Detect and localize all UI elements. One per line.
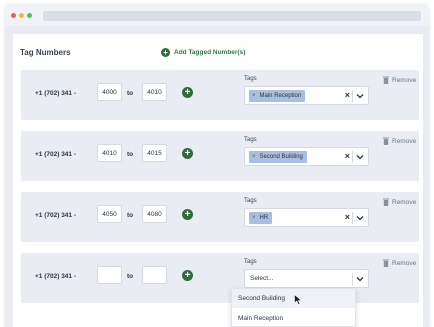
- tags-label: Tags: [244, 76, 257, 82]
- add-row-plus-icon[interactable]: +: [182, 148, 193, 159]
- range-from-input[interactable]: [97, 144, 122, 162]
- range-from-input[interactable]: [97, 83, 122, 101]
- remove-tag-icon[interactable]: ×: [249, 93, 259, 99]
- chevron-down-icon[interactable]: [356, 275, 364, 283]
- chevron-down-icon[interactable]: [356, 214, 364, 222]
- clear-tags-icon[interactable]: ×: [345, 90, 350, 100]
- mouse-cursor-icon: [294, 294, 302, 305]
- trash-icon: [383, 198, 389, 206]
- tags-select-open[interactable]: Select...: [244, 269, 369, 288]
- remove-label: Remove: [392, 259, 417, 267]
- remove-label: Remove: [392, 137, 417, 145]
- window-titlebar: [5, 4, 429, 26]
- tags-select[interactable]: × HR ×: [244, 208, 369, 227]
- maximize-window-dot[interactable]: [27, 13, 32, 18]
- tag-number-row: +1 (702) 341 - to + Tags × HR × Remove: [21, 192, 419, 242]
- range-to-input[interactable]: [142, 83, 167, 101]
- phone-prefix: +1 (702) 341 -: [35, 151, 77, 158]
- tag-number-row: +1 (702) 341 - to + Tags × Second Buildi…: [21, 131, 419, 181]
- plus-circle-icon: +: [161, 48, 170, 57]
- remove-label: Remove: [392, 198, 417, 206]
- browser-window: Tag Numbers + Add Tagged Number(s) +1 (7…: [5, 4, 429, 327]
- add-row-plus-icon[interactable]: +: [182, 209, 193, 220]
- tags-select[interactable]: × Second Building ×: [244, 147, 369, 166]
- trash-icon: [383, 76, 389, 84]
- remove-label: Remove: [392, 76, 417, 84]
- tag-chip: × Main Reception: [249, 90, 306, 102]
- tag-numbers-panel: Tag Numbers + Add Tagged Number(s) +1 (7…: [13, 34, 423, 327]
- select-placeholder: Select...: [250, 275, 274, 282]
- phone-prefix: +1 (702) 341 -: [35, 212, 77, 219]
- chevron-down-icon[interactable]: [356, 92, 364, 100]
- add-tagged-numbers-button[interactable]: + Add Tagged Number(s): [161, 48, 245, 57]
- select-divider: [352, 273, 353, 285]
- dropdown-option-main-reception[interactable]: Main Reception: [232, 309, 355, 327]
- clear-tags-icon[interactable]: ×: [345, 212, 350, 222]
- tag-number-row: +1 (702) 341 - to + Tags Select... Remov…: [21, 253, 419, 303]
- tags-label: Tags: [244, 259, 257, 265]
- add-row-plus-icon[interactable]: +: [182, 270, 193, 281]
- range-to-input[interactable]: [142, 266, 167, 284]
- tag-chip-label: Second Building: [259, 154, 303, 160]
- chevron-down-icon[interactable]: [356, 153, 364, 161]
- range-to-input[interactable]: [142, 205, 167, 223]
- to-label: to: [127, 90, 134, 97]
- close-window-dot[interactable]: [11, 13, 16, 18]
- remove-row-button[interactable]: Remove: [383, 76, 416, 84]
- to-label: to: [127, 212, 134, 219]
- tag-chip-label: Main Reception: [259, 93, 302, 99]
- add-tagged-numbers-label: Add Tagged Number(s): [174, 49, 246, 56]
- range-from-input[interactable]: [97, 266, 122, 284]
- to-label: to: [127, 151, 134, 158]
- minimize-window-dot[interactable]: [19, 13, 24, 18]
- remove-tag-icon[interactable]: ×: [249, 215, 259, 221]
- tags-label: Tags: [244, 198, 257, 204]
- address-bar[interactable]: [43, 11, 421, 21]
- select-divider: [352, 90, 353, 102]
- tag-chip: × HR: [249, 212, 273, 224]
- clear-tags-icon[interactable]: ×: [345, 151, 350, 161]
- tag-chip-label: HR: [259, 215, 269, 221]
- trash-icon: [383, 137, 389, 145]
- remove-tag-icon[interactable]: ×: [249, 154, 259, 160]
- phone-prefix: +1 (702) 341 -: [35, 273, 77, 280]
- trash-icon: [383, 259, 389, 267]
- phone-prefix: +1 (702) 341 -: [35, 90, 77, 97]
- section-title: Tag Numbers: [20, 48, 71, 57]
- remove-row-button[interactable]: Remove: [383, 259, 416, 267]
- remove-row-button[interactable]: Remove: [383, 198, 416, 206]
- range-to-input[interactable]: [142, 144, 167, 162]
- to-label: to: [127, 273, 134, 280]
- tag-chip: × Second Building: [249, 151, 307, 163]
- tags-select[interactable]: × Main Reception ×: [244, 86, 369, 105]
- tags-label: Tags: [244, 137, 257, 143]
- select-divider: [352, 212, 353, 224]
- remove-row-button[interactable]: Remove: [383, 137, 416, 145]
- range-from-input[interactable]: [97, 205, 122, 223]
- select-divider: [352, 151, 353, 163]
- tag-number-row: +1 (702) 341 - to + Tags × Main Receptio…: [21, 70, 419, 120]
- add-row-plus-icon[interactable]: +: [182, 87, 193, 98]
